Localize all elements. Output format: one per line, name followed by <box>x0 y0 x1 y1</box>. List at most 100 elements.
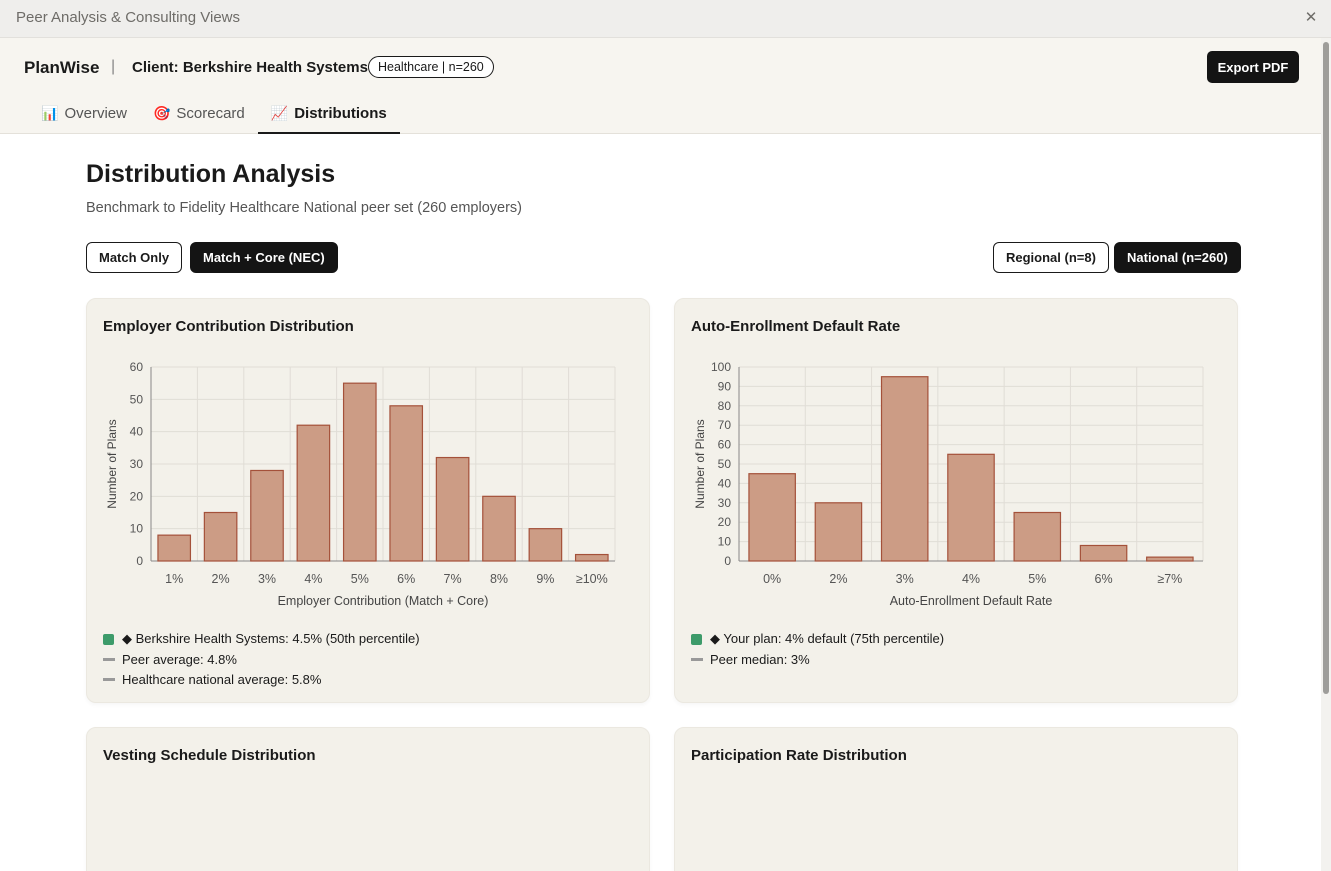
x-tick-label: ≥7% <box>1157 572 1182 586</box>
bar <box>1079 544 1128 562</box>
y-tick-label: 0 <box>724 554 731 568</box>
y-tick-label: 20 <box>130 489 144 503</box>
x-tick-label: 5% <box>1028 572 1046 586</box>
bar <box>157 534 192 562</box>
y-tick-label: 40 <box>718 476 732 490</box>
tab-overview[interactable]: 📊 Overview <box>28 98 140 134</box>
client-marker-swatch <box>103 633 114 645</box>
legend-text: Peer average: 4.8% <box>122 651 237 667</box>
y-tick-label: 10 <box>130 522 144 536</box>
x-tick-label: 9% <box>536 572 554 586</box>
regional-toggle[interactable]: Regional (n=8) <box>993 242 1109 273</box>
bar-chart-icon: 📊 <box>41 105 59 121</box>
card-title: Participation Rate Distribution <box>691 747 907 764</box>
y-tick-label: 90 <box>718 379 732 393</box>
page-title: Distribution Analysis <box>86 160 336 188</box>
peer-set-badge: Healthcare | n=260 <box>368 56 494 78</box>
x-tick-label: 2% <box>212 572 230 586</box>
x-tick-label: 6% <box>1095 572 1113 586</box>
x-tick-label: 4% <box>304 572 322 586</box>
tab-label: Scorecard <box>176 105 245 122</box>
x-tick-label: 4% <box>962 572 980 586</box>
y-tick-label: 50 <box>130 392 144 406</box>
vertical-scrollbar[interactable] <box>1321 38 1331 871</box>
brand-logo: PlanWise <box>24 58 100 77</box>
legend-text: ◆ Your plan: 4% default (75th percentile… <box>710 631 945 646</box>
trend-chart-icon: 📈 <box>270 105 289 121</box>
national-toggle[interactable]: National (n=260) <box>1114 242 1241 273</box>
bar <box>342 382 377 562</box>
tab-bar: 📊 Overview 🎯 Scorecard 📈 Distributions <box>28 98 400 134</box>
bar <box>1013 511 1062 562</box>
close-icon[interactable]: ✕ <box>1301 8 1321 28</box>
tab-label: Distributions <box>294 105 387 122</box>
app-header: PlanWise | Client: Berkshire Health Syst… <box>0 38 1321 134</box>
bar <box>250 469 284 562</box>
window-titlebar: Peer Analysis & Consulting Views ✕ <box>0 0 1331 38</box>
legend-text: Healthcare national average: 5.8% <box>122 671 322 687</box>
bar <box>814 502 863 562</box>
client-marker-swatch <box>691 633 702 645</box>
scrollbar-thumb[interactable] <box>1323 42 1329 694</box>
vesting-schedule-card: Vesting Schedule Distribution <box>86 727 650 871</box>
legend-item-national-average: Healthcare national average: 5.8% <box>103 669 420 689</box>
window-title: Peer Analysis & Consulting Views <box>16 9 241 26</box>
x-axis-label: Auto-Enrollment Default Rate <box>890 594 1053 608</box>
line-swatch <box>691 657 703 661</box>
match-only-toggle[interactable]: Match Only <box>86 242 183 273</box>
bar <box>528 528 563 562</box>
y-tick-label: 40 <box>130 425 144 439</box>
client-name: Client: Berkshire Health Systems <box>132 59 368 76</box>
y-tick-label: 60 <box>130 360 144 374</box>
x-tick-label: 8% <box>490 572 508 586</box>
bar <box>482 495 516 562</box>
contribution-distribution-card: Employer Contribution Distribution 0 10 20… <box>86 298 650 703</box>
line-swatch <box>103 657 115 661</box>
x-tick-label: ≥10% <box>576 572 608 586</box>
legend-item-your-plan: ◆ Your plan: 4% default (75th percentile… <box>691 629 944 649</box>
legend-item-peer-average: Peer average: 4.8% <box>103 649 420 669</box>
match-core-toggle[interactable]: Match + Core (NEC) <box>190 242 338 273</box>
y-tick-label: 50 <box>718 457 732 471</box>
x-tick-label: 3% <box>258 572 276 586</box>
bar <box>389 405 424 562</box>
tab-distributions[interactable]: 📈 Distributions <box>257 98 400 134</box>
target-icon: 🎯 <box>152 105 171 121</box>
x-tick-label: 6% <box>397 572 415 586</box>
bar <box>296 424 331 562</box>
y-tick-label: 70 <box>718 418 732 432</box>
y-tick-label: 100 <box>711 360 731 374</box>
x-tick-label: 3% <box>896 572 914 586</box>
bar <box>203 511 238 562</box>
y-tick-label: 60 <box>718 438 732 452</box>
page-subtitle: Benchmark to Fidelity Healthcare Nationa… <box>86 200 523 216</box>
auto-enrollment-card: Auto-Enrollment Default Rate 0 10 20 30 40 50… <box>674 298 1238 703</box>
x-tick-label: 7% <box>444 572 462 586</box>
tab-scorecard[interactable]: 🎯 Scorecard <box>140 98 258 134</box>
x-tick-label: 1% <box>165 572 183 586</box>
line-swatch <box>103 677 115 681</box>
bar <box>1146 556 1194 562</box>
bar <box>947 453 995 562</box>
export-pdf-button[interactable]: Export PDF <box>1207 51 1299 83</box>
x-tick-label: 0% <box>763 572 781 586</box>
bar <box>748 473 796 562</box>
participation-rate-card: Participation Rate Distribution <box>674 727 1238 871</box>
y-tick-label: 20 <box>718 515 732 529</box>
card-title: Employer Contribution Distribution <box>103 318 354 335</box>
x-tick-label: 5% <box>351 572 369 586</box>
tab-label: Overview <box>64 105 127 122</box>
bar <box>435 456 470 562</box>
bar <box>574 553 609 562</box>
y-tick-label: 10 <box>718 535 732 549</box>
x-tick-label: 2% <box>829 572 847 586</box>
x-axis-label: Employer Contribution (Match + Core) <box>278 594 489 608</box>
contribution-histogram: 0 10 20 30 40 50 60 1% 2% 3% 4% 5% 6% 7% 8% 9% ≥10% Emplo… <box>105 360 616 608</box>
legend-text: Peer median: 3% <box>710 651 810 667</box>
y-axis-label: Number of Plans <box>693 419 707 508</box>
y-tick-label: 30 <box>130 457 144 471</box>
legend-item-client: ◆ Berkshire Health Systems: 4.5% (50th p… <box>103 629 420 649</box>
chart-legend: ◆ Berkshire Health Systems: 4.5% (50th p… <box>103 629 420 689</box>
legend-text: ◆ Berkshire Health Systems: 4.5% (50th p… <box>122 631 420 646</box>
y-tick-label: 0 <box>136 554 143 568</box>
